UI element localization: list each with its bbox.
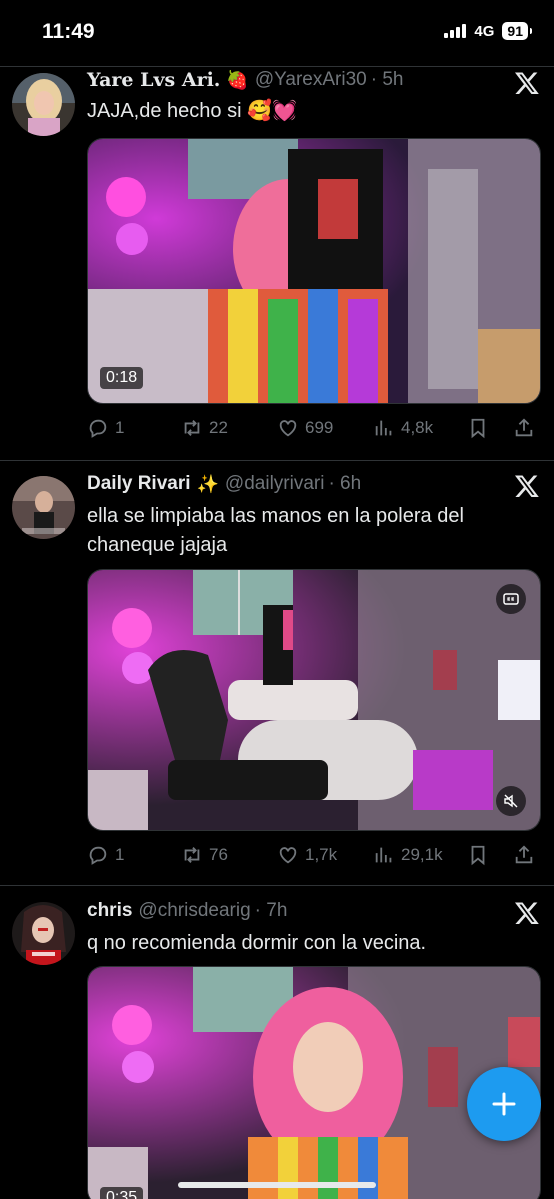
display-name[interactable]: Daily Rivari	[87, 473, 191, 495]
tweet-actions: 1 76 1,7k 29,1k	[87, 844, 541, 874]
reply-icon	[89, 419, 107, 438]
x-logo-icon[interactable]	[514, 900, 540, 926]
tweet-text: JAJA,de hecho si 🥰💓	[87, 100, 297, 122]
views-icon	[375, 847, 392, 863]
home-indicator[interactable]	[178, 1182, 376, 1188]
repost-count: 76	[209, 845, 228, 864]
bookmark-icon	[471, 845, 485, 866]
repost-button[interactable]: 22	[181, 417, 228, 439]
share-button[interactable]	[513, 417, 535, 439]
status-bar: 11:49 4G 91	[0, 0, 554, 64]
tweet-actions: 1 22 699 4,8k	[87, 417, 541, 447]
bookmark-button[interactable]	[467, 844, 489, 866]
reply-button[interactable]: 1	[87, 844, 124, 866]
signal-icon	[444, 24, 467, 38]
views-button[interactable]: 29,1k	[373, 844, 443, 866]
timestamp[interactable]: · 6h	[328, 473, 361, 495]
tweet-text: q no recomienda dormir con la vecina.	[87, 932, 427, 954]
like-button[interactable]: 699	[277, 417, 333, 439]
timestamp[interactable]: · 5h	[371, 69, 404, 91]
reply-button[interactable]: 1	[87, 417, 124, 439]
avatar[interactable]	[12, 476, 75, 539]
like-button[interactable]: 1,7k	[277, 844, 337, 866]
share-icon	[515, 845, 533, 864]
repost-button[interactable]: 76	[181, 844, 228, 866]
captions-button[interactable]	[496, 584, 526, 614]
views-button[interactable]: 4,8k	[373, 417, 433, 439]
tweet-header: Daily Rivari ✨ @dailyrivari · 6h	[87, 473, 361, 495]
display-name[interactable]: chris	[87, 900, 132, 922]
display-name[interactable]: Yare Lvs Ari.	[87, 69, 220, 91]
compose-button[interactable]	[467, 1067, 541, 1141]
captions-icon	[503, 593, 519, 605]
video-duration: 0:18	[100, 367, 144, 389]
status-time: 11:49	[42, 20, 95, 43]
bookmark-icon	[471, 418, 485, 439]
repost-icon	[184, 847, 200, 863]
share-icon	[515, 418, 533, 437]
status-indicators: 4G 91	[444, 22, 532, 40]
video-thumbnail	[88, 139, 540, 403]
avatar[interactable]	[12, 73, 75, 136]
muted-speaker-icon	[504, 794, 518, 808]
tweet[interactable]: Yare Lvs Ari. 🍓 @YarexAri30 · 5h JAJA,de…	[0, 67, 554, 459]
repost-icon	[184, 420, 200, 436]
video-duration: 0:35	[100, 1187, 144, 1199]
mute-button[interactable]	[496, 786, 526, 816]
view-count: 4,8k	[401, 418, 434, 437]
tweet-video[interactable]: 0:18	[87, 138, 541, 404]
repost-count: 22	[209, 418, 228, 437]
handle[interactable]: @dailyrivari	[225, 473, 325, 495]
heart-icon	[279, 420, 297, 437]
tweet-header: chris @chrisdearig · 7h	[87, 900, 287, 922]
name-emoji: ✨	[196, 473, 219, 494]
like-count: 699	[305, 418, 334, 437]
tweet-header: Yare Lvs Ari. 🍓 @YarexAri30 · 5h	[87, 69, 403, 91]
tweet[interactable]: chris @chrisdearig · 7h q no recomienda …	[0, 886, 554, 1199]
reply-count: 1	[115, 418, 125, 437]
tweet-text: ella se limpiaba las manos en la polera …	[87, 505, 464, 556]
views-icon	[375, 420, 392, 436]
handle[interactable]: @chrisdearig	[138, 900, 250, 922]
video-thumbnail	[88, 570, 540, 830]
network-type: 4G	[474, 22, 495, 40]
tweet-video[interactable]	[87, 569, 541, 831]
x-logo-icon[interactable]	[514, 473, 540, 499]
reply-icon	[89, 846, 107, 865]
avatar[interactable]	[12, 902, 75, 965]
timestamp[interactable]: · 7h	[255, 900, 288, 922]
share-button[interactable]	[513, 844, 535, 866]
view-count: 29,1k	[401, 845, 443, 864]
plus-icon	[492, 1092, 516, 1116]
reply-count: 1	[115, 845, 125, 864]
battery-indicator: 91	[502, 22, 532, 40]
bookmark-button[interactable]	[467, 417, 489, 439]
name-emoji: 🍓	[226, 69, 249, 90]
like-count: 1,7k	[305, 845, 338, 864]
handle[interactable]: @YarexAri30	[255, 69, 367, 91]
heart-icon	[279, 847, 297, 864]
tweet[interactable]: Daily Rivari ✨ @dailyrivari · 6h ella se…	[0, 461, 554, 884]
x-logo-icon[interactable]	[514, 70, 540, 96]
